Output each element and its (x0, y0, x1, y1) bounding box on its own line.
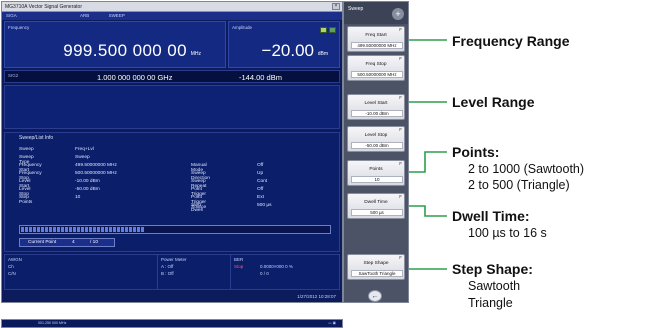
annotation-step-shape: Step Shape: (452, 261, 533, 277)
annotation-level-range: Level Range (452, 94, 535, 110)
annotation-shape-line: Sawtooth (468, 279, 521, 293)
callout-points (409, 151, 447, 173)
annotation-shape-line: Triangle (468, 296, 513, 310)
callout-dwell (409, 205, 447, 217)
secondary-screen-thumbnail: 001.250 000 MHz ▭ ▣ (1, 319, 343, 328)
annotation-freq-range: Frequency Range (452, 33, 570, 49)
annotation-dwell-line: 100 µs to 16 s (468, 226, 547, 240)
annotation-points-line: 2 to 500 (Triangle) (468, 178, 570, 192)
annotation-points: Points: (452, 144, 500, 160)
thumbnail-text: 001.250 000 MHz (38, 321, 67, 325)
thumbnail-icons: ▭ ▣ (328, 321, 336, 325)
annotation-points-line: 2 to 1000 (Sawtooth) (468, 162, 585, 176)
annotation-dwell: Dwell Time: (452, 208, 530, 224)
